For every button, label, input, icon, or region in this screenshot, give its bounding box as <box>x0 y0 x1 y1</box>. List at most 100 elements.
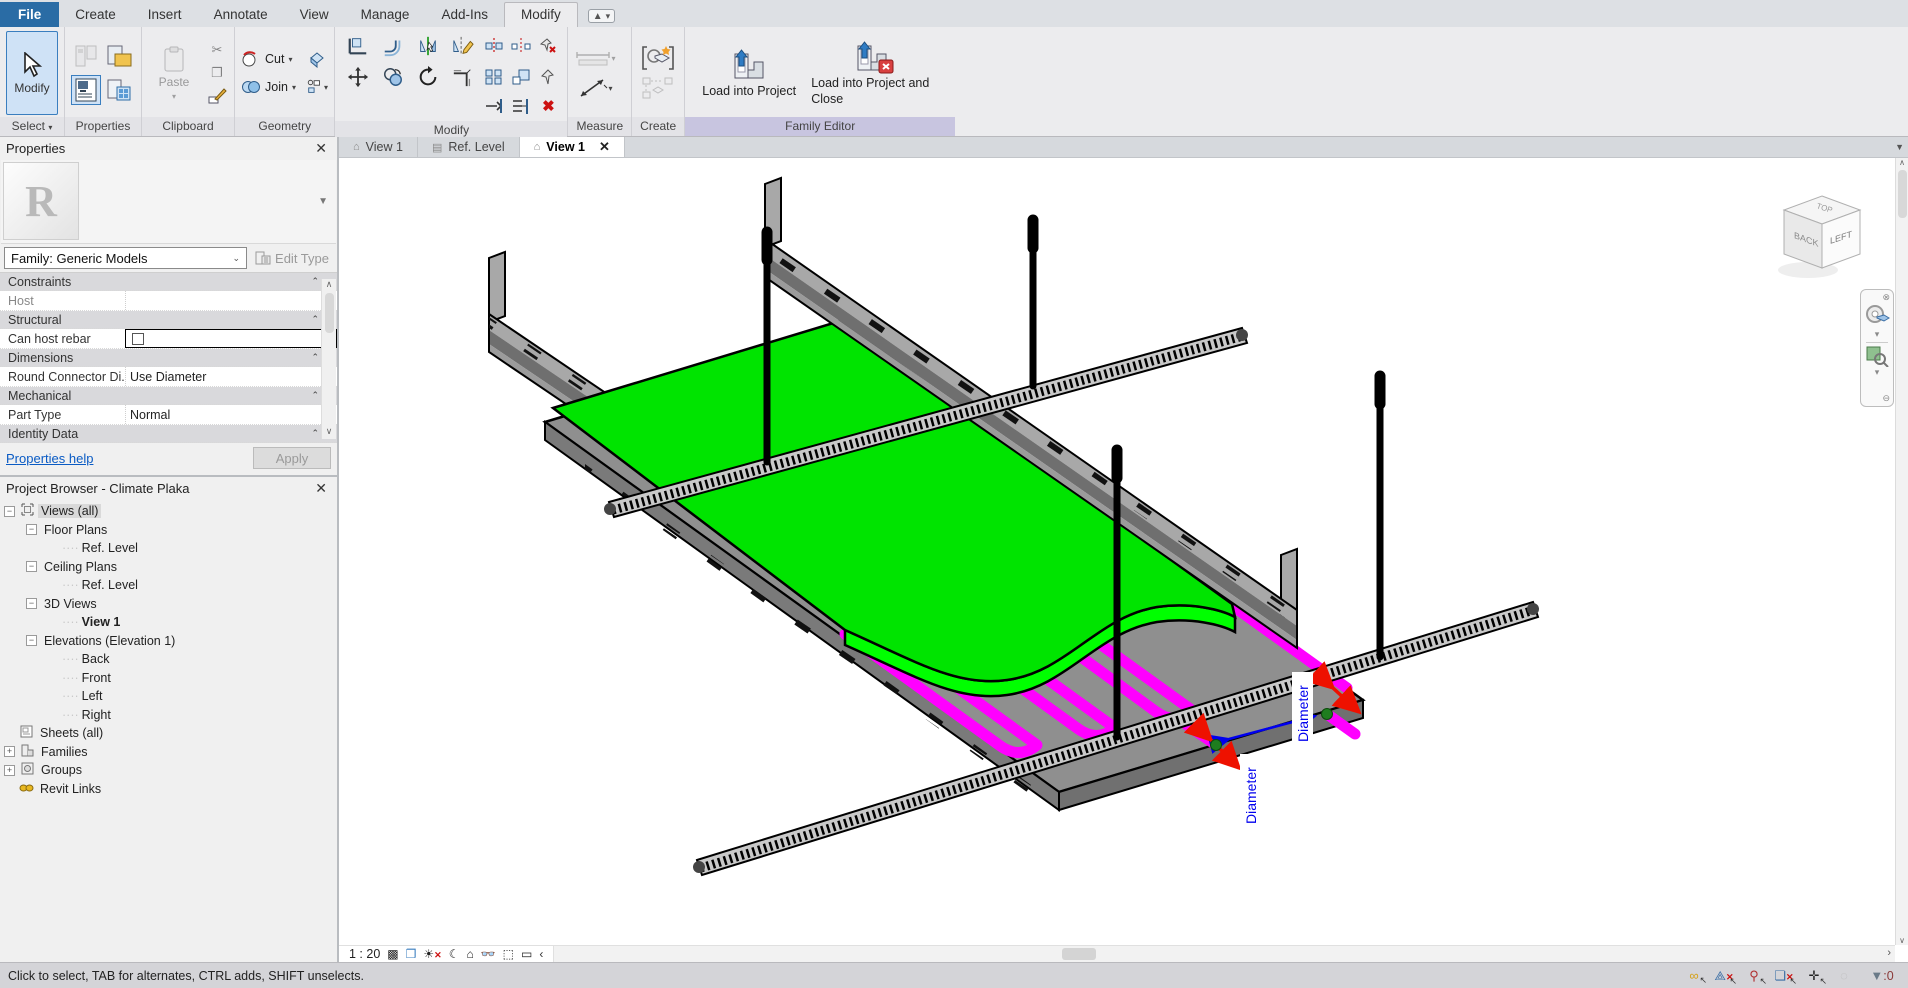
create-similar-icon[interactable] <box>638 48 678 68</box>
visual-style-icon[interactable]: ❒ <box>406 947 417 961</box>
pin-icon[interactable] <box>537 67 559 87</box>
tree-item-back[interactable]: ····Back <box>0 650 337 669</box>
tree-item-ceiling-plans[interactable]: −Ceiling Plans <box>0 558 337 577</box>
param-value[interactable]: Use Diameter <box>125 367 337 386</box>
tree-item-floor-plans[interactable]: −Floor Plans <box>0 521 337 540</box>
ribbon-display-toggle[interactable]: ▲▾ <box>588 9 615 23</box>
modify-tool-button[interactable]: Modify <box>6 31 58 115</box>
delete-icon[interactable]: ✖ <box>537 96 559 116</box>
properties-help-link[interactable]: Properties help <box>6 451 93 466</box>
group-header[interactable]: Constraints <box>0 275 125 289</box>
project-browser-close-icon[interactable]: ✕ <box>311 480 331 497</box>
tree-item-elevations[interactable]: −Elevations (Elevation 1) <box>0 632 337 651</box>
shadows-icon[interactable]: ☾ <box>449 947 460 961</box>
tree-item-view-1[interactable]: ····View 1 <box>0 613 337 632</box>
join-geometry-button[interactable]: Join▾ <box>241 78 296 96</box>
properties-scrollbar[interactable]: ∧∨ <box>321 279 336 439</box>
match-type-brush-icon[interactable] <box>206 86 228 106</box>
tree-item-views-all[interactable]: −Views (all) <box>0 502 337 521</box>
vertical-scroll-thumb[interactable] <box>1898 170 1907 218</box>
properties-close-icon[interactable]: ✕ <box>311 140 331 157</box>
view-tab-ref-level[interactable]: ▤ Ref. Level <box>418 137 520 157</box>
tree-item-ref-level[interactable]: ····Ref. Level <box>0 539 337 558</box>
collapse-control-bar-icon[interactable]: ‹ <box>539 947 543 961</box>
view-tab-list-icon[interactable]: ▼ <box>1895 137 1908 157</box>
tab-addins[interactable]: Add-Ins <box>425 3 504 27</box>
view-tab-view1-inactive[interactable]: ⌂ View 1 <box>339 137 418 157</box>
drag-on-selection-icon[interactable]: ✛↖ <box>1804 968 1824 984</box>
detail-level-icon[interactable]: ▩ <box>387 947 398 961</box>
trim-extend-multiple-icon[interactable] <box>510 96 532 116</box>
navbar-minimize-icon[interactable]: ⊖ <box>1882 393 1893 404</box>
trim-extend-single-icon[interactable] <box>483 96 505 116</box>
preview-dropdown-icon[interactable]: ▼ <box>318 196 336 207</box>
viewcube[interactable]: TOP BACK LEFT <box>1770 188 1880 288</box>
move-icon[interactable] <box>347 67 369 87</box>
split-with-gap-icon[interactable] <box>510 36 532 56</box>
tab-modify[interactable]: Modify <box>504 2 578 27</box>
show-crop-region-icon[interactable]: ⬚ <box>503 947 514 961</box>
family-3d-model[interactable]: Diameter Diameter <box>339 158 1893 886</box>
tree-item-3d-views[interactable]: −3D Views <box>0 595 337 614</box>
param-value[interactable] <box>125 291 337 310</box>
tab-view[interactable]: View <box>284 3 345 27</box>
tree-item-sheets[interactable]: Sheets (all) <box>0 724 337 743</box>
sun-path-icon[interactable]: ☀✕ <box>423 947 441 961</box>
split-element-icon[interactable] <box>483 36 505 56</box>
cope-geometry-icon[interactable]: ▾ <box>306 77 328 97</box>
crop-view-icon[interactable]: ⌂ <box>466 947 473 961</box>
tree-item-front[interactable]: ····Front <box>0 669 337 688</box>
drawing-area[interactable]: Diameter Diameter TOP BACK <box>339 158 1908 962</box>
group-header[interactable]: Structural <box>0 313 125 327</box>
vertical-scrollbar[interactable]: ∧ ∨ <box>1895 158 1908 945</box>
tab-annotate[interactable]: Annotate <box>198 3 284 27</box>
select-pinned-icon[interactable]: ⚲↖ <box>1744 968 1764 984</box>
select-underlay-icon[interactable]: ⟁✕↖ <box>1714 968 1734 984</box>
cut-scissors-icon[interactable]: ✂ <box>206 40 228 60</box>
tree-item-ref-level-2[interactable]: ····Ref. Level <box>0 576 337 595</box>
copy-to-clipboard-icon[interactable]: ❐ <box>206 63 228 83</box>
properties-palette-icon[interactable] <box>71 75 101 105</box>
unpin-icon[interactable] <box>537 36 559 56</box>
aligned-dimension-icon[interactable]: ▾ <box>574 78 616 98</box>
trim-extend-corner-icon[interactable] <box>452 67 474 87</box>
apply-button[interactable]: Apply <box>253 447 331 469</box>
navbar-expand-icon[interactable]: ▾ <box>1875 329 1880 340</box>
type-selector-combo[interactable]: Family: Generic Models⌄ <box>4 247 247 269</box>
tab-manage[interactable]: Manage <box>345 3 426 27</box>
array-icon[interactable] <box>483 67 505 87</box>
cut-geometry-button[interactable]: Cut▾ <box>241 50 292 68</box>
temporary-hide-isolate-icon[interactable]: 👓 <box>481 947 496 961</box>
diameter-label-2[interactable]: Diameter <box>1292 672 1313 744</box>
paint-geometry-icon[interactable] <box>306 49 328 69</box>
group-header[interactable]: Identity Data <box>0 427 125 441</box>
select-by-face-icon[interactable]: ❏✕↖ <box>1774 968 1794 984</box>
group-header[interactable]: Mechanical <box>0 389 125 403</box>
zoom-expand-icon[interactable]: ▾ <box>1875 367 1880 378</box>
close-view-icon[interactable]: ✕ <box>599 139 610 155</box>
load-into-project-close-button[interactable]: Load into Project and Close <box>811 36 939 107</box>
horizontal-scrollbar[interactable]: › <box>553 946 1895 962</box>
scroll-down-icon[interactable]: ∨ <box>1899 936 1905 945</box>
mirror-pick-axis-icon[interactable] <box>417 36 439 56</box>
tree-item-right[interactable]: ····Right <box>0 706 337 725</box>
load-into-project-button[interactable]: Load into Project <box>701 44 797 100</box>
family-types-icon[interactable] <box>105 75 135 105</box>
zoom-tool-icon[interactable] <box>1865 345 1889 367</box>
scroll-right-icon[interactable]: › <box>1887 947 1891 959</box>
tree-item-revit-links[interactable]: Revit Links <box>0 780 337 799</box>
group-header[interactable]: Dimensions <box>0 351 125 365</box>
copy-icon[interactable] <box>382 67 404 87</box>
horizontal-scroll-thumb[interactable] <box>1062 948 1096 960</box>
paste-button[interactable]: Paste ▾ <box>148 31 200 115</box>
create-group-icon[interactable] <box>638 78 678 98</box>
tab-file[interactable]: File <box>0 2 59 27</box>
selection-filter-icon[interactable]: ▼:0 <box>1864 968 1900 983</box>
tree-item-families[interactable]: +Families <box>0 743 337 762</box>
family-category-icon[interactable] <box>71 41 101 71</box>
scale-icon[interactable] <box>510 67 532 87</box>
select-links-icon[interactable]: ∞↖ <box>1684 968 1704 983</box>
tree-item-left[interactable]: ····Left <box>0 687 337 706</box>
panel-label-select[interactable]: Select ▾ <box>0 117 64 136</box>
mirror-draw-axis-icon[interactable] <box>452 36 474 56</box>
